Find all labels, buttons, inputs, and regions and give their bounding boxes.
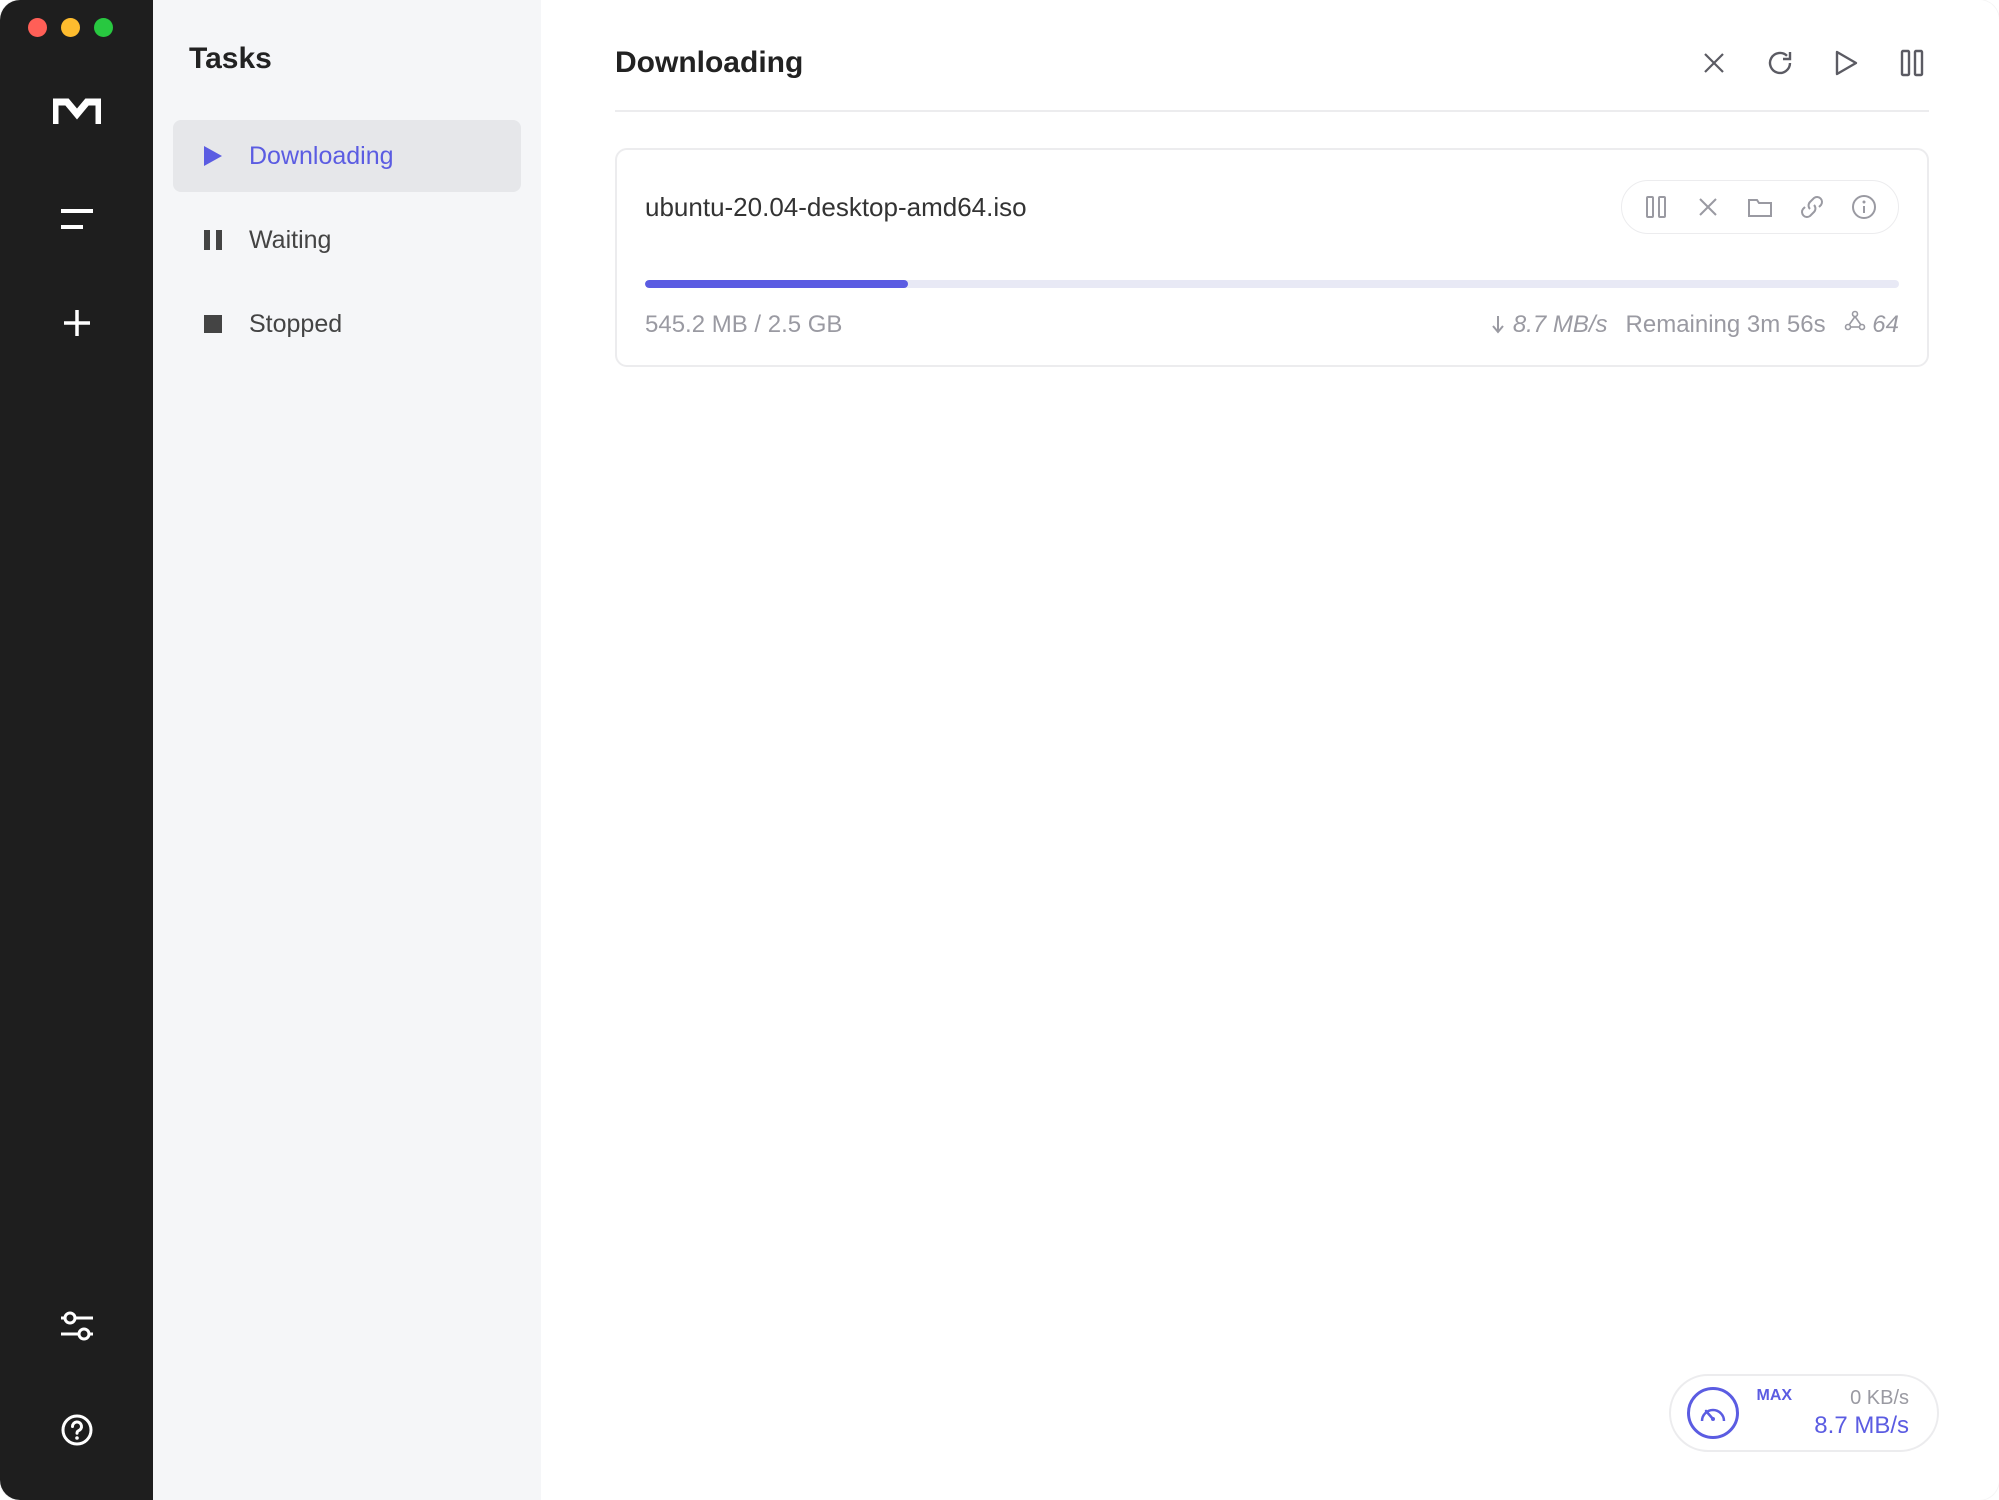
- task-progress-bar: [645, 280, 1899, 288]
- close-icon: [1697, 196, 1719, 218]
- app-window: Tasks Downloading Waiting Stopped Downlo…: [0, 0, 1999, 1500]
- play-outline-icon: [1833, 49, 1859, 77]
- stop-icon: [199, 314, 227, 334]
- task-progress-text: 545.2 MB / 2.5 GB: [645, 311, 842, 339]
- minimize-window-button[interactable]: [61, 18, 80, 37]
- task-action-buttons: [1621, 180, 1899, 234]
- resume-all-button[interactable]: [1829, 46, 1863, 80]
- app-logo: [49, 83, 105, 139]
- task-delete-button[interactable]: [1686, 187, 1730, 227]
- pause-icon: [1645, 195, 1667, 219]
- speed-download: 8.7 MB/s: [1814, 1411, 1909, 1441]
- task-pause-button[interactable]: [1634, 187, 1678, 227]
- task-card[interactable]: ubuntu-20.04-desktop-amd64.iso: [615, 148, 1929, 367]
- info-icon: [1851, 194, 1877, 220]
- speed-indicator[interactable]: MAX 0 KB/s 8.7 MB/s: [1669, 1374, 1939, 1452]
- folder-icon: [1747, 196, 1773, 218]
- left-rail: [0, 0, 153, 1500]
- window-controls: [0, 18, 113, 37]
- speed-text: MAX 0 KB/s 8.7 MB/s: [1757, 1386, 1909, 1441]
- delete-selected-button[interactable]: [1697, 46, 1731, 80]
- pause-all-button[interactable]: [1895, 46, 1929, 80]
- rail-tasks-button[interactable]: [53, 195, 101, 243]
- fullscreen-window-button[interactable]: [94, 18, 113, 37]
- refresh-button[interactable]: [1763, 46, 1797, 80]
- task-open-folder-button[interactable]: [1738, 187, 1782, 227]
- main-panel: Downloading: [541, 0, 1999, 1500]
- close-window-button[interactable]: [28, 18, 47, 37]
- sidebar-item-downloading[interactable]: Downloading: [173, 120, 521, 192]
- header-actions: [1697, 46, 1929, 80]
- speed-max-label: MAX: [1757, 1386, 1793, 1406]
- main-header: Downloading: [615, 46, 1929, 112]
- sidebar-title: Tasks: [173, 42, 521, 76]
- page-title: Downloading: [615, 46, 803, 80]
- rail-preferences-button[interactable]: [53, 1302, 101, 1350]
- task-speed: 8.7 MB/s: [1490, 311, 1607, 339]
- task-remaining: Remaining 3m 56s: [1626, 311, 1826, 339]
- sidebar-item-label: Waiting: [249, 226, 331, 255]
- task-copy-link-button[interactable]: [1790, 187, 1834, 227]
- motrix-logo-icon: [53, 96, 101, 126]
- task-progress-fill: [645, 280, 908, 288]
- task-header-row: ubuntu-20.04-desktop-amd64.iso: [645, 180, 1899, 234]
- close-icon: [1701, 50, 1727, 76]
- tasks-icon: [59, 205, 95, 233]
- sliders-icon: [59, 1311, 95, 1341]
- sidebar-item-waiting[interactable]: Waiting: [173, 204, 521, 276]
- rail-help-button[interactable]: [53, 1406, 101, 1454]
- speed-upload: 0 KB/s: [1850, 1386, 1909, 1411]
- peers-icon: [1844, 310, 1866, 332]
- arrow-down-icon: [1490, 314, 1506, 334]
- task-stats-row: 545.2 MB / 2.5 GB 8.7 MB/s Remaining 3m …: [645, 310, 1899, 339]
- pause-outline-icon: [1900, 49, 1924, 77]
- sidebar: Tasks Downloading Waiting Stopped: [153, 0, 541, 1500]
- link-icon: [1799, 194, 1825, 220]
- refresh-icon: [1765, 48, 1795, 78]
- gauge-icon: [1687, 1387, 1739, 1439]
- sidebar-item-stopped[interactable]: Stopped: [173, 288, 521, 360]
- help-icon: [60, 1413, 94, 1447]
- sidebar-item-label: Downloading: [249, 142, 394, 171]
- plus-icon: [61, 307, 93, 339]
- play-icon: [199, 144, 227, 168]
- task-peers: 64: [1844, 310, 1899, 339]
- pause-icon: [199, 229, 227, 251]
- rail-add-button[interactable]: [53, 299, 101, 347]
- task-info-button[interactable]: [1842, 187, 1886, 227]
- sidebar-item-label: Stopped: [249, 310, 342, 339]
- task-filename: ubuntu-20.04-desktop-amd64.iso: [645, 192, 1027, 223]
